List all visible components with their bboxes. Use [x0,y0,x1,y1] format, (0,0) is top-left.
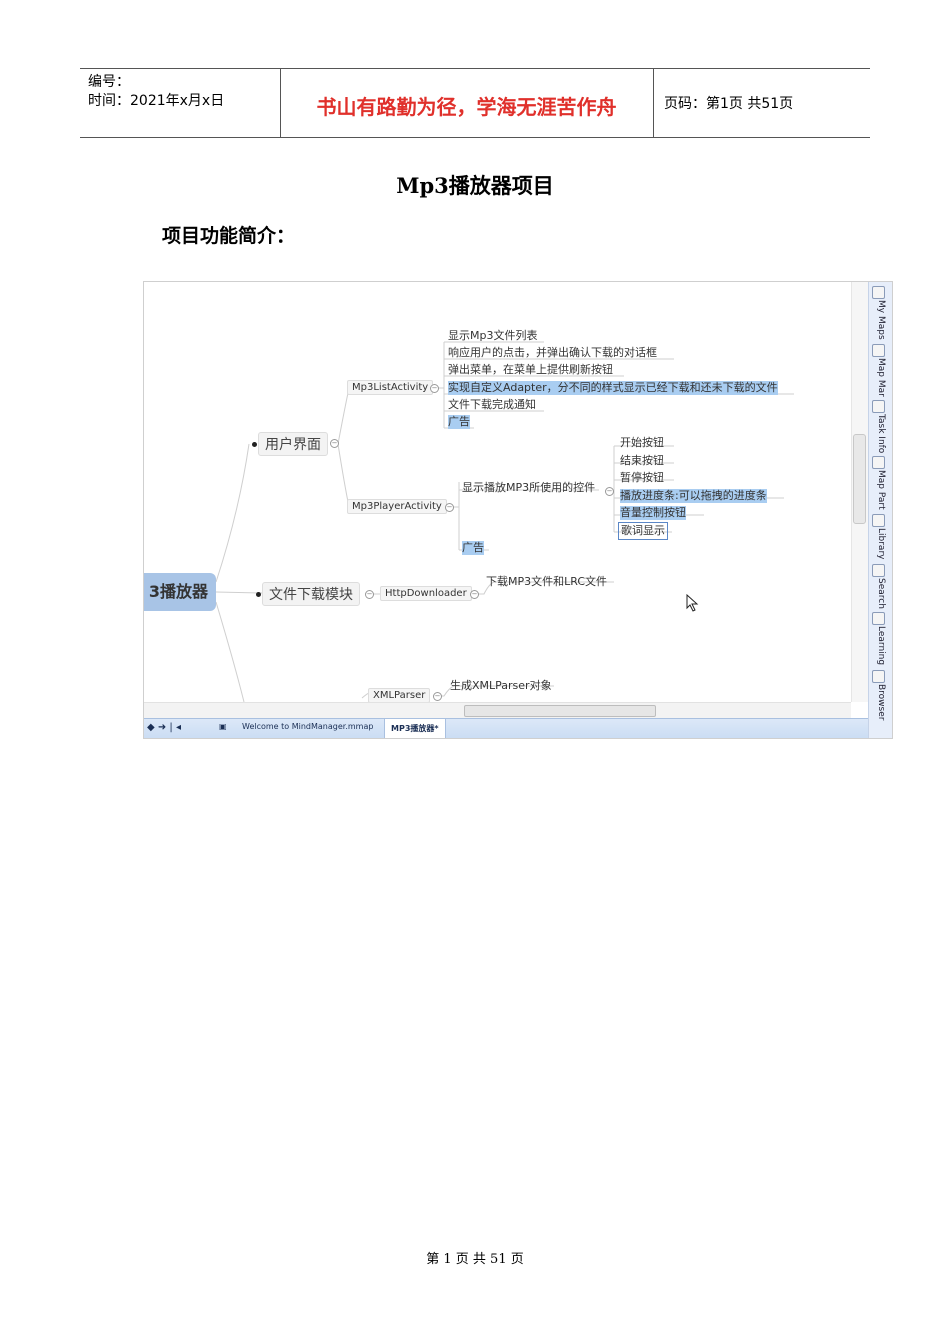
collapse-icon[interactable]: − [470,590,479,599]
side-panel-tab[interactable]: Map Mar [876,358,886,397]
motto: 书山有路勤为径，学海无涯苦作舟 [316,95,617,119]
ui-branch-node[interactable]: 用户界面 [258,432,328,456]
player-activity-node[interactable]: Mp3PlayerActivity [347,499,447,514]
control-node[interactable]: 结束按钮 [620,454,664,468]
tab-welcome[interactable]: Welcome to MindManager.mmap [242,722,373,731]
list-item-node[interactable]: 广告 [448,415,470,429]
page-footer: 第 1 页 共 51 页 [426,1252,524,1267]
collapse-icon[interactable]: − [445,503,454,512]
scrollbar-thumb[interactable] [853,434,866,524]
control-node[interactable]: 暂停按钮 [620,471,664,485]
player-controls-node[interactable]: 显示播放MP3所使用的控件 [462,481,595,495]
nav-arrows-icon[interactable]: ◆ ➜ | ◂ [147,722,181,733]
document-title: Mp3播放器项目 [396,173,554,198]
control-node[interactable]: 开始按钮 [620,436,664,450]
page-info: 页码：第1页 共51页 [664,96,794,112]
http-downloader-node[interactable]: HttpDownloader [380,586,472,601]
learning-icon[interactable] [872,612,885,625]
list-item-node[interactable]: 实现自定义Adapter，分不同的样式显示已经下载和还未下载的文件 [448,381,778,395]
tab-mp3-player[interactable]: MP3播放器* [384,718,446,738]
bullet [256,592,261,597]
time-label: 时间：2021年x月x日 [88,93,225,109]
control-node[interactable]: 歌词显示 [618,522,668,540]
my-maps-icon[interactable] [872,286,885,299]
side-panel-tab[interactable]: Task Info [876,414,886,453]
library-icon[interactable] [872,514,885,527]
side-panel-tab[interactable]: Map Part [876,470,886,510]
bullet [252,442,257,447]
collapse-icon[interactable]: − [330,439,339,448]
search-icon[interactable] [872,564,885,577]
side-panel-tab[interactable]: Browser [876,684,886,720]
list-item-node[interactable]: 显示Mp3文件列表 [448,329,537,343]
side-panel-tab[interactable]: Learning [876,626,886,665]
browser-icon[interactable] [872,670,885,683]
header-table: 编号： 时间：2021年x月x日 书山有路勤为径，学海无涯苦作舟 页码：第1页 … [80,68,870,138]
collapse-icon[interactable]: − [365,590,374,599]
map-file-icon: ▣ [219,722,227,731]
list-item-node[interactable]: 响应用户的点击，并弹出确认下载的对话框 [448,346,657,360]
xml-desc-node[interactable]: 生成XMLParser对象 [450,679,552,693]
header-meta: 编号： 时间：2021年x月x日 [88,73,224,111]
task-info-icon[interactable] [872,400,885,413]
control-node[interactable]: 播放进度条:可以拖拽的进度条 [620,489,767,503]
collapse-icon[interactable]: − [433,692,442,701]
side-panel-tab[interactable]: Library [876,528,886,559]
section-heading: 项目功能简介： [162,225,296,247]
player-ad-node[interactable]: 广告 [462,541,484,555]
list-activity-node[interactable]: Mp3ListActivity [347,380,434,395]
mouse-cursor-icon [686,594,699,612]
mindmap-screenshot: 3播放器 用户界面 − Mp3ListActivity − 显示Mp3文件列表 … [143,281,893,739]
collapse-icon[interactable]: − [430,384,439,393]
map-marker-icon[interactable] [872,344,885,357]
xml-parser-node[interactable]: XMLParser [368,688,431,703]
list-item-node[interactable]: 文件下载完成通知 [448,398,536,412]
map-part-icon[interactable] [872,456,885,469]
divider [653,69,654,137]
list-item-node[interactable]: 弹出菜单，在菜单上提供刷新按钮 [448,363,613,377]
number-label: 编号： [88,74,130,90]
scrollbar-thumb[interactable] [464,705,656,717]
collapse-icon[interactable]: − [605,487,614,496]
control-node[interactable]: 音量控制按钮 [620,506,686,520]
side-panel-tab[interactable]: Search [876,578,886,609]
root-node[interactable]: 3播放器 [144,573,216,611]
download-desc-node[interactable]: 下载MP3文件和LRC文件 [486,575,607,589]
download-branch-node[interactable]: 文件下载模块 [262,582,360,606]
side-panel-tab[interactable]: My Maps [876,300,886,340]
